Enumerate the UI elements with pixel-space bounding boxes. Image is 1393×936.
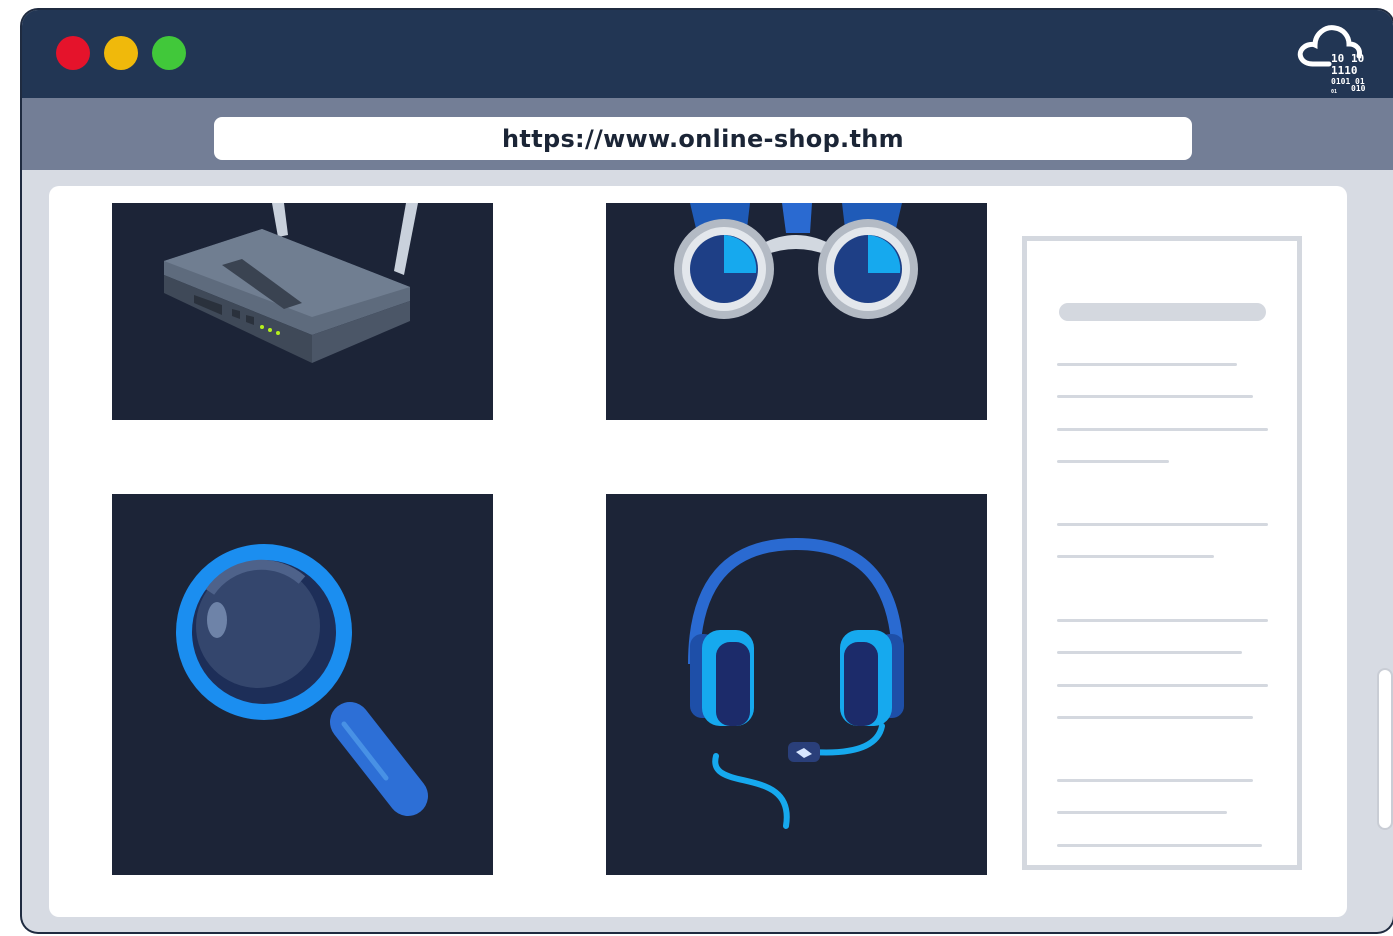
- maximize-button[interactable]: [152, 36, 186, 70]
- placeholder-line: [1057, 716, 1253, 719]
- headset-icon: [688, 537, 904, 829]
- logo-digit: 0101: [1331, 77, 1350, 86]
- product-tile-magnifier[interactable]: [112, 494, 493, 875]
- placeholder-line: [1057, 779, 1253, 782]
- placeholder-line: [1057, 395, 1253, 398]
- cloud-binary-icon: 10 10 1110 0101 01 01 010: [1297, 25, 1366, 95]
- placeholder-heading: [1059, 303, 1266, 321]
- product-tile-binoculars[interactable]: [606, 203, 987, 420]
- placeholder-line: [1057, 555, 1214, 558]
- address-bar-area: https://www.online-shop.thm: [22, 98, 1393, 170]
- placeholder-line: [1057, 363, 1237, 366]
- product-tile-router[interactable]: [112, 203, 493, 420]
- close-button[interactable]: [56, 36, 90, 70]
- logo-digit: 010: [1351, 84, 1366, 93]
- placeholder-line: [1057, 523, 1268, 526]
- placeholder-line: [1057, 684, 1268, 687]
- page-content: [49, 186, 1347, 917]
- logo-digit: 1110: [1331, 64, 1358, 77]
- wifi-router-icon: [164, 203, 418, 363]
- product-tile-headset[interactable]: [606, 494, 987, 875]
- title-bar: 10 10 1110 0101 01 01 010: [22, 10, 1393, 98]
- sidebar-document: [1022, 236, 1302, 870]
- placeholder-line: [1057, 651, 1242, 654]
- browser-window: 10 10 1110 0101 01 01 010 https://www.on…: [22, 10, 1393, 932]
- logo-digit: 01: [1331, 89, 1337, 95]
- placeholder-line: [1057, 619, 1268, 622]
- binoculars-icon: [674, 203, 918, 319]
- scrollbar-thumb[interactable]: [1377, 668, 1393, 830]
- url-field[interactable]: https://www.online-shop.thm: [214, 117, 1192, 160]
- magnifying-glass-icon: [176, 544, 428, 816]
- minimize-button[interactable]: [104, 36, 138, 70]
- placeholder-line: [1057, 811, 1227, 814]
- placeholder-line: [1057, 460, 1169, 463]
- placeholder-line: [1057, 428, 1268, 431]
- placeholder-line: [1057, 844, 1262, 847]
